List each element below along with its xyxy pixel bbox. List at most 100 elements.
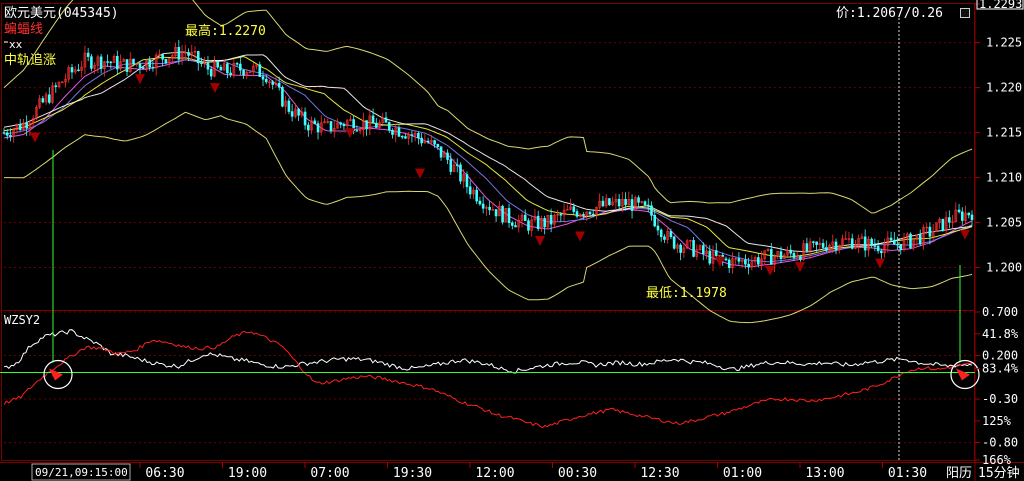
low-annotation: 最低:1.1978 (646, 286, 727, 301)
candle-body (601, 200, 605, 207)
candle-body (9, 135, 12, 137)
candle-body (303, 111, 307, 126)
candle-body (850, 238, 854, 249)
candle-body (455, 164, 459, 166)
candle-body (106, 61, 109, 63)
candle-body (397, 127, 401, 137)
indicator-legend-batline: 蝙蝠线 (4, 21, 43, 37)
candle-body (559, 214, 563, 216)
candle-body (258, 64, 262, 77)
candle-body (391, 129, 394, 135)
sub-gridlines (4, 311, 975, 444)
indicator-legend-xx: xx (9, 38, 23, 51)
candle-body (307, 124, 310, 131)
candle-body (417, 133, 420, 139)
sub-panel-border (1, 310, 975, 461)
x-axis: 06:30 19:00 07:00 19:30 12:00 00:30 12:30 01:00… (139, 462, 927, 481)
candle-body (141, 67, 145, 69)
candle-body (701, 245, 705, 254)
x-tick-label: 13:00 (805, 466, 844, 481)
wzsy2-lines (0, 329, 975, 429)
calendar-button[interactable]: 阳历 (946, 466, 972, 481)
candle-body (727, 259, 731, 269)
candle-body (177, 47, 181, 60)
main-tick-label: 1.210 (986, 171, 1022, 185)
candle-body (5, 132, 9, 136)
candle-body (433, 140, 436, 145)
candle-body (692, 240, 695, 257)
chart-canvas: 1.22931.2251.2201.2151.2101.2051.200 0.7… (0, 0, 1024, 481)
main-tick-label: 1.215 (986, 126, 1022, 140)
sub-tick-label: 83.4% (982, 362, 1019, 376)
sub-tick-label: 125% (982, 414, 1012, 428)
candle-body (582, 214, 585, 216)
candle-body (643, 201, 647, 206)
candle-body (90, 56, 93, 69)
candle-body (387, 122, 391, 131)
candle-body (125, 59, 129, 72)
candle-body (161, 54, 164, 60)
candle-body (714, 250, 718, 256)
candle-body (446, 152, 449, 160)
main-gridlines (4, 42, 975, 269)
signal-markers (30, 74, 980, 390)
candle-body (523, 214, 527, 222)
candle-body (967, 212, 971, 216)
candle-body (216, 61, 219, 68)
sell-marker-icon (30, 132, 40, 143)
candle-body (873, 245, 877, 247)
candle-body (870, 238, 873, 247)
candle-body (375, 122, 378, 128)
candle-body (465, 174, 469, 188)
candle-body (132, 58, 135, 65)
candle-body (488, 206, 491, 211)
candle-body (825, 247, 828, 251)
candle-body (287, 100, 291, 112)
candle-body (970, 214, 974, 220)
x-tick-label: 19:30 (393, 466, 432, 481)
moving-average-line (3, 59, 973, 263)
sell-marker-icon (875, 258, 885, 269)
candle-body (313, 120, 317, 124)
candle-body (799, 256, 802, 260)
x-tick-label: 12:30 (640, 466, 679, 481)
candle-body (646, 204, 650, 207)
candle-body (679, 244, 682, 253)
window-corner-button[interactable] (960, 8, 970, 18)
candle-body (148, 59, 151, 68)
candle-body (261, 76, 265, 80)
candle-body (608, 198, 611, 206)
start-time: 09/21,09:15:00 (35, 466, 128, 479)
candle-body (164, 58, 168, 64)
x-tick-label: 19:00 (228, 466, 267, 481)
wzsy2-red-line (3, 330, 973, 429)
candle-body (494, 209, 498, 217)
bollinger-bands (3, 0, 973, 324)
sell-marker-icon (575, 231, 585, 242)
candle-body (957, 209, 961, 213)
candle-body (2, 132, 6, 134)
candle-body (277, 82, 281, 88)
candle-body (18, 123, 22, 130)
sell-marker-icon (765, 265, 775, 276)
candle-body (737, 258, 741, 262)
candle-body (918, 234, 922, 245)
candle-body (591, 213, 595, 216)
sub-y-axis: 0.700 41.8% 0.20083.4% -0.30 125% -0.80 166% (975, 305, 1019, 467)
candle-body (779, 251, 783, 260)
candle-body (229, 72, 232, 76)
candle-body (200, 62, 203, 64)
period-button[interactable]: 15分钟 (978, 465, 1020, 481)
candle-body (239, 63, 242, 71)
instrument-title: 欧元美元(045345) (4, 6, 119, 21)
sell-marker-icon (415, 168, 425, 179)
sub-tick-label: -0.30 (982, 392, 1018, 406)
candle-body (659, 229, 663, 238)
candle-body (663, 236, 666, 240)
main-tick-label: 1.205 (986, 216, 1022, 230)
candle-body (404, 136, 407, 139)
candle-body (637, 197, 640, 203)
candle-body (630, 199, 634, 211)
candle-body (206, 62, 210, 70)
candle-body (757, 257, 760, 265)
